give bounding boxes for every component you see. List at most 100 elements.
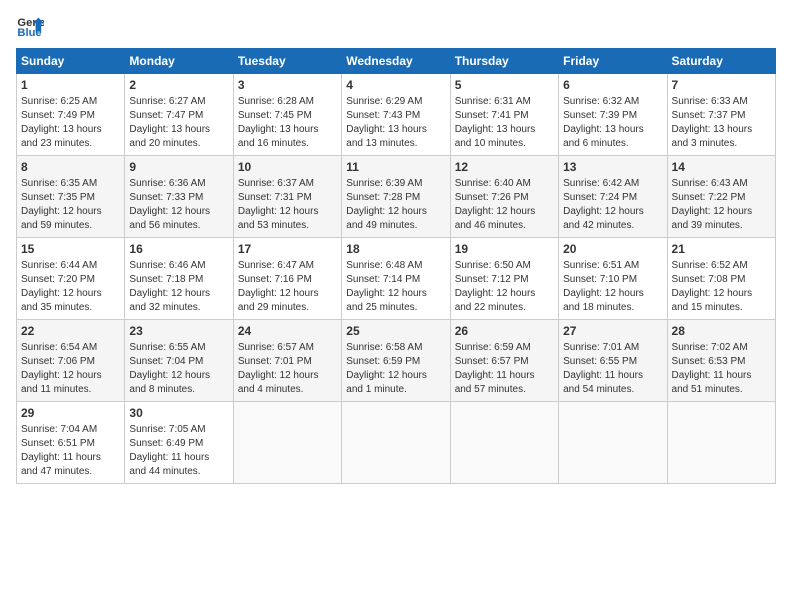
col-header-sunday: Sunday <box>17 49 125 74</box>
logo-icon: General Blue <box>16 12 44 40</box>
col-header-friday: Friday <box>559 49 667 74</box>
calendar-week-1: 1Sunrise: 6:25 AMSunset: 7:49 PMDaylight… <box>17 74 776 156</box>
cell-text: Sunrise: 6:32 AM <box>563 95 662 109</box>
cell-text: and 15 minutes. <box>672 301 771 315</box>
cell-text: Daylight: 13 hours <box>21 123 120 137</box>
calendar-cell: 25Sunrise: 6:58 AMSunset: 6:59 PMDayligh… <box>342 320 450 402</box>
cell-text: Sunset: 7:06 PM <box>21 355 120 369</box>
col-header-tuesday: Tuesday <box>233 49 341 74</box>
calendar-cell: 23Sunrise: 6:55 AMSunset: 7:04 PMDayligh… <box>125 320 233 402</box>
logo: General Blue <box>16 12 44 40</box>
cell-text: Sunset: 6:51 PM <box>21 437 120 451</box>
cell-text: Sunset: 6:55 PM <box>563 355 662 369</box>
calendar-cell: 27Sunrise: 7:01 AMSunset: 6:55 PMDayligh… <box>559 320 667 402</box>
cell-text: Daylight: 12 hours <box>238 287 337 301</box>
cell-text: Sunset: 6:49 PM <box>129 437 228 451</box>
cell-text: and 18 minutes. <box>563 301 662 315</box>
calendar-cell: 9Sunrise: 6:36 AMSunset: 7:33 PMDaylight… <box>125 156 233 238</box>
cell-text: and 23 minutes. <box>21 137 120 151</box>
cell-text: Sunset: 7:04 PM <box>129 355 228 369</box>
cell-text: and 56 minutes. <box>129 219 228 233</box>
cell-text: Sunrise: 7:04 AM <box>21 423 120 437</box>
cell-text: Daylight: 12 hours <box>346 369 445 383</box>
cell-text: Sunrise: 7:02 AM <box>672 341 771 355</box>
calendar-cell: 28Sunrise: 7:02 AMSunset: 6:53 PMDayligh… <box>667 320 775 402</box>
day-number: 30 <box>129 405 228 422</box>
cell-text: Sunset: 7:39 PM <box>563 109 662 123</box>
day-number: 8 <box>21 159 120 176</box>
day-number: 9 <box>129 159 228 176</box>
cell-text: Sunrise: 6:58 AM <box>346 341 445 355</box>
cell-text: and 3 minutes. <box>672 137 771 151</box>
calendar-cell: 5Sunrise: 6:31 AMSunset: 7:41 PMDaylight… <box>450 74 558 156</box>
cell-text: and 22 minutes. <box>455 301 554 315</box>
cell-text: Sunset: 7:14 PM <box>346 273 445 287</box>
cell-text: Daylight: 12 hours <box>129 287 228 301</box>
cell-text: Daylight: 12 hours <box>238 205 337 219</box>
cell-text: Sunrise: 6:59 AM <box>455 341 554 355</box>
cell-text: and 46 minutes. <box>455 219 554 233</box>
cell-text: Daylight: 13 hours <box>129 123 228 137</box>
day-number: 26 <box>455 323 554 340</box>
day-number: 19 <box>455 241 554 258</box>
cell-text: Sunrise: 6:50 AM <box>455 259 554 273</box>
col-header-monday: Monday <box>125 49 233 74</box>
cell-text: Sunrise: 7:05 AM <box>129 423 228 437</box>
page: General Blue SundayMondayTuesdayWednesda… <box>0 0 792 612</box>
col-header-thursday: Thursday <box>450 49 558 74</box>
cell-text: and 6 minutes. <box>563 137 662 151</box>
cell-text: Daylight: 12 hours <box>346 205 445 219</box>
cell-text: and 59 minutes. <box>21 219 120 233</box>
calendar-cell: 16Sunrise: 6:46 AMSunset: 7:18 PMDayligh… <box>125 238 233 320</box>
cell-text: and 10 minutes. <box>455 137 554 151</box>
cell-text: Sunrise: 6:27 AM <box>129 95 228 109</box>
day-number: 5 <box>455 77 554 94</box>
cell-text: Sunrise: 6:28 AM <box>238 95 337 109</box>
cell-text: and 53 minutes. <box>238 219 337 233</box>
cell-text: Daylight: 11 hours <box>455 369 554 383</box>
cell-text: and 4 minutes. <box>238 383 337 397</box>
calendar-cell: 1Sunrise: 6:25 AMSunset: 7:49 PMDaylight… <box>17 74 125 156</box>
calendar-cell: 8Sunrise: 6:35 AMSunset: 7:35 PMDaylight… <box>17 156 125 238</box>
cell-text: Sunset: 7:28 PM <box>346 191 445 205</box>
cell-text: Daylight: 11 hours <box>21 451 120 465</box>
day-number: 27 <box>563 323 662 340</box>
cell-text: Sunrise: 6:52 AM <box>672 259 771 273</box>
cell-text: and 8 minutes. <box>129 383 228 397</box>
cell-text: Sunset: 7:10 PM <box>563 273 662 287</box>
cell-text: Daylight: 12 hours <box>21 287 120 301</box>
cell-text: Sunrise: 6:37 AM <box>238 177 337 191</box>
calendar-cell: 30Sunrise: 7:05 AMSunset: 6:49 PMDayligh… <box>125 402 233 484</box>
cell-text: Daylight: 12 hours <box>563 287 662 301</box>
cell-text: Daylight: 12 hours <box>672 205 771 219</box>
cell-text: Sunset: 7:26 PM <box>455 191 554 205</box>
calendar-week-5: 29Sunrise: 7:04 AMSunset: 6:51 PMDayligh… <box>17 402 776 484</box>
cell-text: Sunrise: 6:42 AM <box>563 177 662 191</box>
day-number: 22 <box>21 323 120 340</box>
calendar-cell: 11Sunrise: 6:39 AMSunset: 7:28 PMDayligh… <box>342 156 450 238</box>
day-number: 11 <box>346 159 445 176</box>
calendar-cell: 7Sunrise: 6:33 AMSunset: 7:37 PMDaylight… <box>667 74 775 156</box>
calendar-cell: 24Sunrise: 6:57 AMSunset: 7:01 PMDayligh… <box>233 320 341 402</box>
cell-text: Daylight: 12 hours <box>21 369 120 383</box>
col-header-saturday: Saturday <box>667 49 775 74</box>
cell-text: Daylight: 12 hours <box>455 205 554 219</box>
cell-text: Daylight: 13 hours <box>563 123 662 137</box>
cell-text: Daylight: 13 hours <box>238 123 337 137</box>
day-number: 4 <box>346 77 445 94</box>
cell-text: Sunset: 7:35 PM <box>21 191 120 205</box>
cell-text: Daylight: 12 hours <box>346 287 445 301</box>
calendar-cell: 3Sunrise: 6:28 AMSunset: 7:45 PMDaylight… <box>233 74 341 156</box>
day-number: 20 <box>563 241 662 258</box>
calendar-cell: 15Sunrise: 6:44 AMSunset: 7:20 PMDayligh… <box>17 238 125 320</box>
header: General Blue <box>16 12 776 40</box>
calendar-cell: 4Sunrise: 6:29 AMSunset: 7:43 PMDaylight… <box>342 74 450 156</box>
cell-text: Sunset: 7:49 PM <box>21 109 120 123</box>
cell-text: Daylight: 12 hours <box>129 369 228 383</box>
calendar-cell: 21Sunrise: 6:52 AMSunset: 7:08 PMDayligh… <box>667 238 775 320</box>
day-number: 18 <box>346 241 445 258</box>
cell-text: Sunrise: 6:47 AM <box>238 259 337 273</box>
cell-text: Sunset: 7:31 PM <box>238 191 337 205</box>
cell-text: Daylight: 11 hours <box>563 369 662 383</box>
cell-text: Sunset: 7:24 PM <box>563 191 662 205</box>
